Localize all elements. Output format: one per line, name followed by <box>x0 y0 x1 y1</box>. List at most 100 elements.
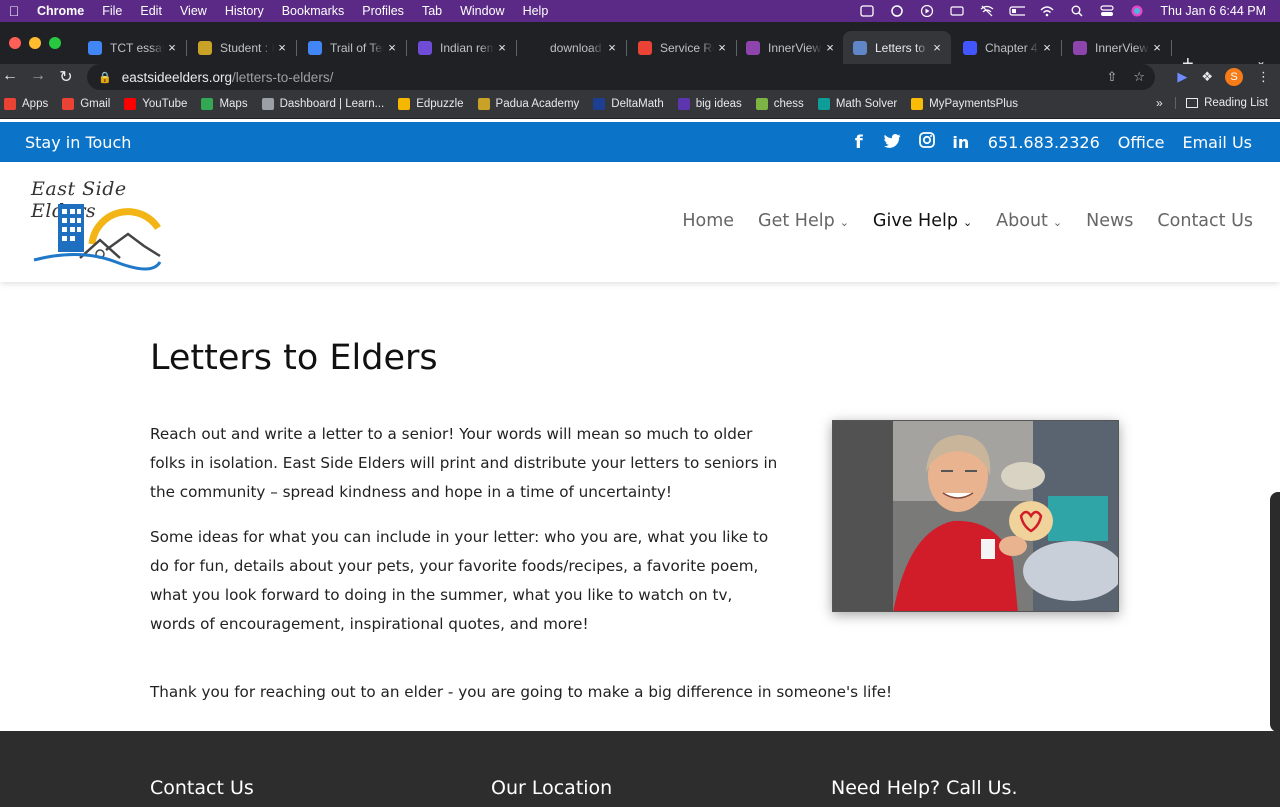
close-tab-icon[interactable]: × <box>822 40 838 55</box>
close-tab-icon[interactable]: × <box>384 40 400 55</box>
browser-tab[interactable]: TCT essay × <box>78 31 187 64</box>
tab-title: Student : I <box>220 40 274 55</box>
nav-contact-us-label: Contact Us <box>1157 211 1253 231</box>
browser-tab[interactable]: Letters to × <box>843 31 951 64</box>
keyboard-icon[interactable] <box>949 5 965 17</box>
browser-tab[interactable]: Trail of Tea × <box>298 31 407 64</box>
menu-profiles[interactable]: Profiles <box>353 4 413 18</box>
menu-view[interactable]: View <box>171 4 216 18</box>
facebook-icon[interactable]: f <box>850 132 868 153</box>
nav-home[interactable]: Home <box>682 211 734 231</box>
close-tab-icon[interactable]: × <box>274 40 290 55</box>
extension-arrow-icon[interactable]: ▶ <box>1177 69 1187 85</box>
browser-tab[interactable]: InnerView × <box>736 31 844 64</box>
nav-news[interactable]: News <box>1086 211 1133 231</box>
share-icon[interactable]: ⇧ <box>1106 69 1117 85</box>
bookmark-item[interactable]: Math Solver <box>817 98 897 110</box>
menu-edit[interactable]: Edit <box>131 4 171 18</box>
extensions-puzzle-icon[interactable]: ❖ <box>1201 69 1213 85</box>
bookmark-star-icon[interactable]: ☆ <box>1133 69 1145 85</box>
side-panel-handle[interactable] <box>1270 492 1280 732</box>
footer-location-heading: Our Location <box>491 777 613 799</box>
minimize-window-button[interactable] <box>29 37 41 49</box>
browser-tab[interactable]: Chapter 4 × <box>953 31 1062 64</box>
menu-help[interactable]: Help <box>514 4 558 18</box>
battery-icon[interactable] <box>1009 5 1026 17</box>
bookmark-item[interactable]: MyPaymentsPlus <box>911 98 1018 110</box>
zoom-window-button[interactable] <box>49 37 61 49</box>
bookmark-item[interactable]: Padua Academy <box>477 98 579 110</box>
app-menu[interactable]: Chrome <box>28 4 93 18</box>
close-tab-icon[interactable]: × <box>714 40 730 55</box>
close-tab-icon[interactable]: × <box>494 40 510 55</box>
office-link[interactable]: Office <box>1118 133 1165 152</box>
close-tab-icon[interactable]: × <box>929 40 945 55</box>
browser-tab[interactable]: Student : I × <box>188 31 297 64</box>
forward-arrow-icon[interactable]: → <box>28 67 48 85</box>
school-icon <box>198 40 212 55</box>
thank-you-paragraph: Thank you for reaching out to an elder -… <box>150 683 893 701</box>
nav-about[interactable]: About ⌄ <box>996 211 1062 231</box>
bookmark-item[interactable]: Edpuzzle <box>398 98 464 110</box>
east-side-elders-logo[interactable]: East Side Elders <box>20 170 180 274</box>
browser-tab[interactable]: Indian rem × <box>408 31 517 64</box>
close-tab-icon[interactable]: × <box>1039 40 1055 55</box>
chrome-menu-icon[interactable]: ⋮ <box>1257 69 1270 85</box>
edpuzzle-icon <box>398 98 411 110</box>
close-tab-icon[interactable]: × <box>604 40 620 55</box>
browser-toolbar: ← → ↻ 🔒 eastsideelders.org/letters-to-el… <box>0 64 1280 90</box>
close-window-button[interactable] <box>9 37 21 49</box>
back-arrow-icon[interactable]: ← <box>0 67 20 85</box>
linkedin-icon[interactable]: in <box>952 133 970 152</box>
bookmark-item[interactable]: DeltaMath <box>593 98 664 110</box>
control-center-icon[interactable] <box>1099 5 1115 17</box>
bookmark-item[interactable]: Maps <box>201 98 248 110</box>
play-icon[interactable] <box>919 5 935 17</box>
bookmark-item[interactable]: big ideas <box>677 98 742 110</box>
nav-give-help[interactable]: Give Help ⌄ <box>873 211 972 231</box>
nav-home-label: Home <box>682 211 735 231</box>
lock-icon[interactable]: 🔒 <box>98 71 112 84</box>
menu-file[interactable]: File <box>93 4 131 18</box>
bookmark-label: Apps <box>22 98 49 110</box>
web-page: Stay in Touch f in 651.683.2326 Office E… <box>0 120 1280 807</box>
bookmark-item[interactable]: Dashboard | Learn... <box>261 98 384 110</box>
browser-tab[interactable]: Service Re × <box>628 31 737 64</box>
instagram-icon[interactable] <box>918 132 936 153</box>
siri-icon[interactable] <box>1129 5 1145 17</box>
menubar-clock[interactable]: Thu Jan 6 6:44 PM <box>1152 4 1280 18</box>
wifi-icon[interactable] <box>1039 5 1055 17</box>
menu-bookmarks[interactable]: Bookmarks <box>273 4 354 18</box>
browser-tab[interactable]: download × <box>518 31 627 64</box>
phone-link[interactable]: 651.683.2326 <box>988 133 1100 152</box>
browser-tab[interactable]: InnerView × <box>1063 31 1172 64</box>
reload-icon[interactable]: ↻ <box>56 67 76 87</box>
profile-avatar[interactable]: S <box>1225 68 1243 86</box>
more-bookmarks-icon[interactable]: » <box>1156 96 1163 110</box>
gmail-icon <box>62 98 75 110</box>
bookmark-label: YouTube <box>142 98 188 110</box>
menu-tab[interactable]: Tab <box>413 4 451 18</box>
reading-list-label: Reading List <box>1204 97 1268 109</box>
creative-cloud-icon[interactable] <box>889 5 905 17</box>
bookmark-item[interactable]: YouTube <box>124 98 187 110</box>
close-tab-icon[interactable]: × <box>1149 40 1165 55</box>
screen-mirror-icon[interactable] <box>859 5 875 17</box>
menu-history[interactable]: History <box>216 4 273 18</box>
reading-list-button[interactable]: Reading List <box>1175 97 1268 109</box>
bookmark-item[interactable]: Gmail <box>62 98 110 110</box>
menu-window[interactable]: Window <box>451 4 513 18</box>
spotlight-icon[interactable] <box>1069 5 1085 17</box>
nav-contact-us[interactable]: Contact Us <box>1157 211 1253 231</box>
twitter-icon[interactable] <box>884 132 902 153</box>
address-bar[interactable]: 🔒 eastsideelders.org/letters-to-elders/ … <box>87 64 1155 90</box>
bookmark-item[interactable]: chess <box>755 98 804 110</box>
nav-get-help[interactable]: Get Help ⌄ <box>758 211 849 231</box>
wifi-off-icon[interactable] <box>979 5 995 17</box>
bookmark-item[interactable]: Apps <box>4 98 48 110</box>
apple-menu-icon[interactable]:  <box>0 3 28 19</box>
close-tab-icon[interactable]: × <box>164 40 180 55</box>
email-us-link[interactable]: Email Us <box>1182 133 1252 152</box>
tab-title: Chapter 4 <box>985 40 1038 55</box>
meet-icon <box>418 40 432 55</box>
